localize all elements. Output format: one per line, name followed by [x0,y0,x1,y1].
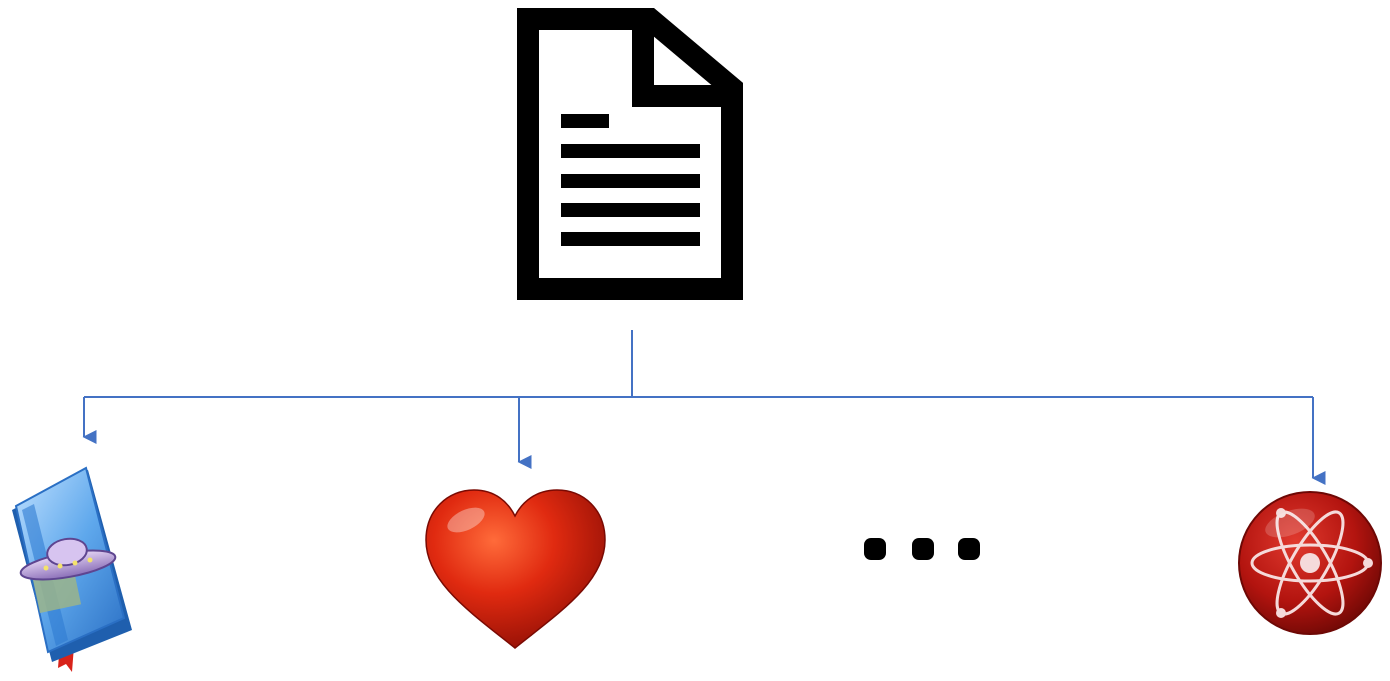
document-icon [517,8,743,300]
connector-lines [82,330,1326,485]
sci-fi-book-icon [12,466,132,672]
diagram-canvas [0,0,1390,681]
heart-icon [425,489,606,649]
atom-icon [1238,491,1382,635]
ellipsis-icon [864,538,980,560]
diagram-svg [12,8,1382,672]
